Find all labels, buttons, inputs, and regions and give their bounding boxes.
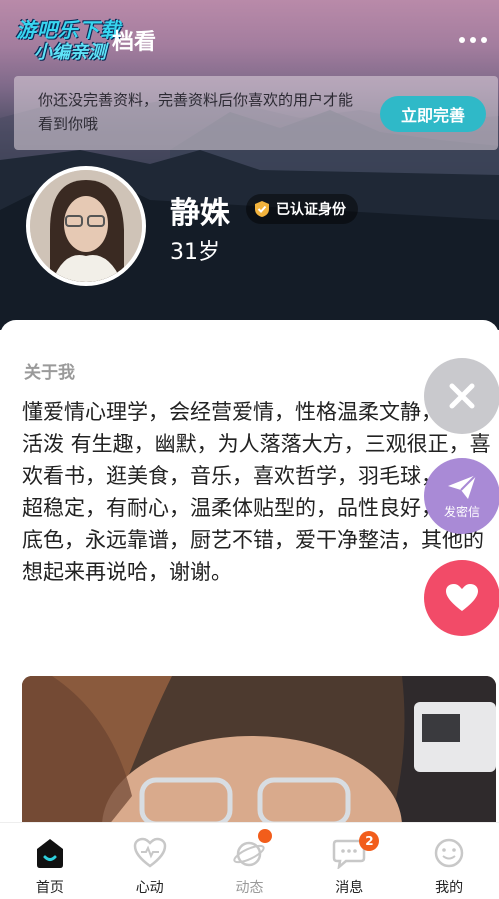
- home-icon: [36, 839, 63, 868]
- profile-photo-image: [22, 676, 496, 846]
- user-age: 31岁: [170, 240, 220, 265]
- nav-item-heartbeat[interactable]: 心动: [100, 823, 200, 899]
- nav-label-heartbeat: 心动: [135, 880, 164, 896]
- nav-label-messages: 消息: [335, 880, 364, 896]
- send-private-message-button[interactable]: 发密信: [424, 458, 499, 534]
- verified-label: 已认证身份: [276, 202, 346, 218]
- about-title: 关于我: [24, 363, 75, 383]
- profile-photo[interactable]: [22, 676, 496, 846]
- about-text: 懂爱情心理学，会经营爱情，性格温柔文静，也可活泼 有生趣，幽默，为人落落大方，三…: [22, 400, 491, 584]
- like-button[interactable]: [424, 560, 499, 636]
- heart-icon: [446, 584, 478, 611]
- nav-label-profile: 我的: [435, 880, 464, 896]
- messages-unread-badge: 2: [359, 831, 380, 851]
- nav-item-profile[interactable]: 我的: [399, 823, 499, 899]
- nav-item-moments[interactable]: 动态: [200, 823, 300, 899]
- complete-profile-button[interactable]: 立即完善: [380, 96, 486, 132]
- nav-item-home[interactable]: 首页: [0, 823, 100, 899]
- heartbeat-icon: [133, 837, 166, 868]
- paper-plane-icon: [448, 473, 477, 499]
- moments-notification-dot: [257, 829, 272, 843]
- header-title: 档看: [112, 30, 157, 55]
- profile-icon: [434, 838, 464, 868]
- dismiss-button[interactable]: [424, 358, 499, 434]
- nav-item-messages[interactable]: 消息 2: [299, 823, 399, 899]
- watermark-line-2: 小编亲测: [34, 42, 106, 63]
- verified-badge: 已认证身份: [246, 194, 358, 224]
- close-icon: [449, 383, 475, 409]
- shield-check-icon: [255, 201, 269, 217]
- message-button-label: 发密信: [443, 504, 480, 519]
- complete-profile-banner: 你还没完善资料，完善资料后你喜欢的用户才能看到你哦 立即完善: [14, 76, 498, 150]
- more-dots-icon: [459, 37, 465, 43]
- user-name: 静姝: [170, 196, 230, 231]
- nav-label-home: 首页: [35, 880, 64, 896]
- avatar-photo: [30, 170, 142, 282]
- complete-profile-message: 你还没完善资料，完善资料后你喜欢的用户才能看到你哦: [38, 91, 354, 133]
- bottom-nav: 首页 心动 动态 消息 2 我的: [0, 822, 499, 899]
- nav-label-moments: 动态: [235, 880, 264, 896]
- more-options-button[interactable]: [453, 28, 493, 52]
- avatar[interactable]: [26, 166, 146, 286]
